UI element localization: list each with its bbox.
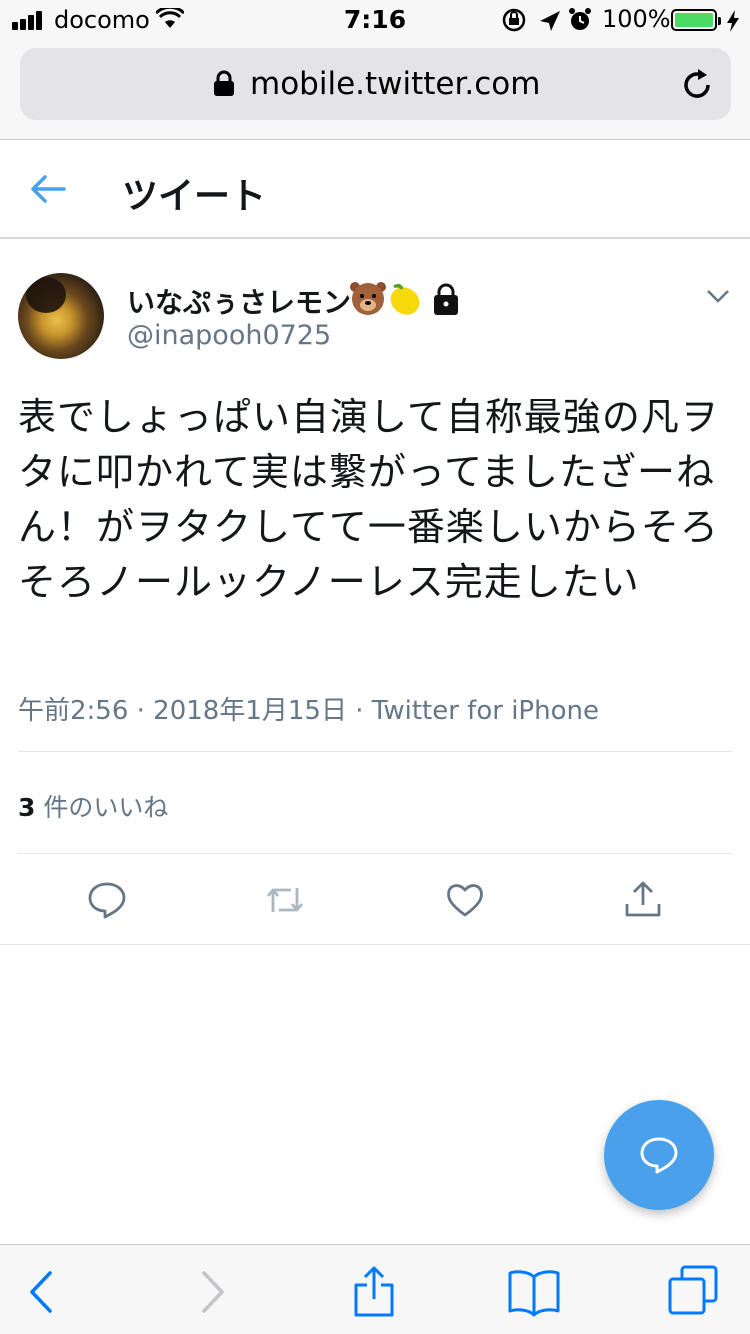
browser-back-icon[interactable] <box>16 1265 72 1317</box>
tweet-meta: 午前2:56 · 2018年1月15日 · Twitter for iPhone <box>18 696 599 726</box>
lemon-icon <box>390 283 420 315</box>
page-header: ツイート <box>0 141 750 239</box>
lock-icon <box>434 283 458 315</box>
compose-bubble-icon <box>640 1137 678 1174</box>
avatar[interactable] <box>18 273 104 359</box>
divider <box>18 853 732 854</box>
tweet-text: 表でしょっぱい自演して自称最強の凡ヲタに叩かれて実は繋がってましたざーねん！がヲ… <box>18 395 719 604</box>
battery-percent: 100% <box>602 5 671 33</box>
browser-share-icon[interactable] <box>346 1265 402 1317</box>
likes-count: 3 <box>18 793 36 822</box>
rotation-lock-icon <box>502 8 526 32</box>
divider <box>18 751 732 752</box>
bear-face-icon <box>350 282 386 315</box>
like-icon[interactable] <box>445 880 485 920</box>
likes-label-prefix: 件の <box>35 793 94 822</box>
bookmarks-icon[interactable] <box>506 1265 562 1317</box>
display-name[interactable]: いなぷぅさレモン <box>127 281 351 321</box>
reply-icon[interactable] <box>87 880 127 920</box>
charging-bolt-icon <box>727 10 739 32</box>
browser-forward-icon[interactable] <box>182 1265 238 1317</box>
tabs-icon[interactable] <box>666 1265 722 1317</box>
status-bar: docomo 7:16 100% <box>0 0 750 40</box>
chevron-down-icon[interactable] <box>706 288 730 304</box>
page-title: ツイート <box>122 176 267 217</box>
reload-icon[interactable] <box>680 68 714 102</box>
url-text[interactable]: mobile.twitter.com <box>250 66 540 102</box>
battery-icon <box>671 9 721 31</box>
address-bar[interactable]: mobile.twitter.com <box>20 48 731 120</box>
retweet-icon[interactable] <box>265 880 305 920</box>
user-handle[interactable]: @inapooh0725 <box>127 320 331 351</box>
likes-summary[interactable]: 3 件のいいね <box>18 788 168 824</box>
share-icon[interactable] <box>623 880 663 920</box>
compose-button[interactable] <box>604 1100 714 1210</box>
alarm-icon <box>569 8 591 30</box>
status-icons <box>502 8 591 32</box>
browser-address-area: mobile.twitter.com <box>0 40 750 140</box>
divider <box>0 944 750 945</box>
name-emojis <box>350 282 458 315</box>
back-arrow-icon[interactable] <box>30 174 66 204</box>
location-arrow-icon <box>540 11 560 31</box>
likes-label: いいね <box>93 793 169 822</box>
lock-icon <box>214 70 234 96</box>
browser-toolbar <box>0 1244 750 1334</box>
